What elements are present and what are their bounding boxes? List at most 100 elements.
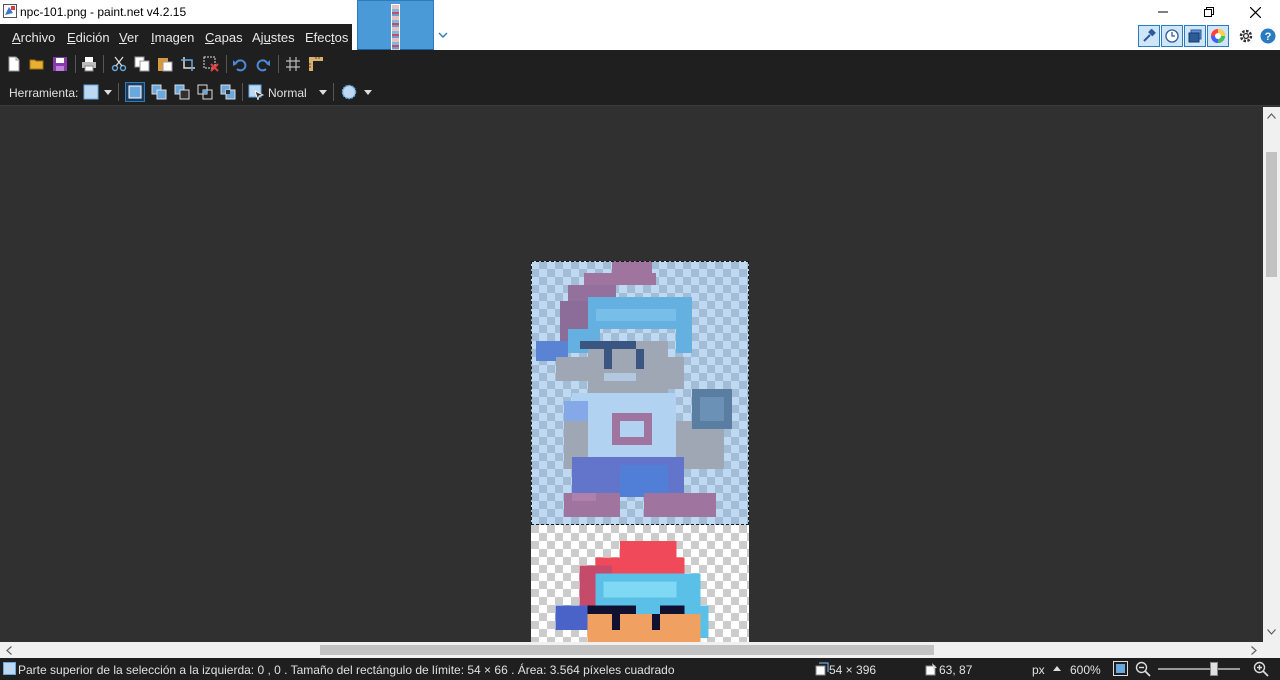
- antialias-icon: [341, 84, 357, 100]
- toolbar-separator: [103, 55, 104, 73]
- horizontal-scrollbar[interactable]: [0, 642, 1263, 658]
- selection-info-text: Parte superior de la selección a la izqu…: [18, 663, 675, 677]
- copy-button[interactable]: [133, 55, 151, 73]
- rectangle-select-icon: [83, 84, 99, 100]
- scroll-up-arrow-icon[interactable]: [1265, 110, 1277, 122]
- main-toolbar: [0, 50, 1280, 78]
- union-mode-icon: [151, 84, 167, 100]
- restore-button[interactable]: [1186, 0, 1232, 24]
- menu-ver[interactable]: Ver: [119, 30, 139, 45]
- selection-mode-replace[interactable]: [125, 82, 145, 102]
- menu-archivo[interactable]: Archivo: [12, 30, 55, 45]
- scroll-left-arrow-icon[interactable]: [3, 644, 15, 656]
- status-bar: Parte superior de la selección a la izqu…: [0, 658, 1280, 680]
- crop-icon: [181, 57, 195, 71]
- paste-button[interactable]: [156, 55, 174, 73]
- undo-button[interactable]: [231, 55, 249, 73]
- menu-edicion[interactable]: Edición: [67, 30, 110, 45]
- zoom-in-icon[interactable]: [1253, 661, 1269, 677]
- antialias-dropdown-arrow-icon[interactable]: [364, 90, 372, 95]
- horizontal-scroll-thumb[interactable]: [320, 645, 934, 655]
- toolbar-separator: [242, 83, 243, 101]
- grid-icon: [286, 57, 300, 71]
- tool-label: Herramienta:: [9, 86, 79, 100]
- pixel-grid-toggle[interactable]: [284, 55, 302, 73]
- crop-to-selection-button[interactable]: [179, 55, 197, 73]
- invert-mode-icon: [220, 84, 236, 100]
- blend-dropdown-arrow-icon[interactable]: [319, 90, 327, 95]
- menu-efectos[interactable]: Efectos: [305, 30, 348, 45]
- redo-icon: [256, 59, 270, 72]
- vertical-scrollbar[interactable]: [1263, 107, 1280, 642]
- tool-selector[interactable]: [82, 83, 100, 101]
- minimize-icon: [1158, 11, 1168, 13]
- selection-mode-union[interactable]: [150, 83, 168, 101]
- antialias-toggle[interactable]: [340, 83, 358, 101]
- selection-mode-invert[interactable]: [219, 83, 237, 101]
- scissors-icon: [111, 56, 127, 72]
- open-file-button[interactable]: [28, 55, 46, 73]
- colors-window-toggle[interactable]: [1207, 25, 1229, 47]
- deselect-button[interactable]: [202, 55, 220, 73]
- zoom-slider-track[interactable]: [1158, 668, 1240, 670]
- clock-icon: [1165, 29, 1179, 43]
- undo-icon: [233, 59, 247, 72]
- gear-icon[interactable]: [1238, 28, 1254, 44]
- toolbar-separator: [118, 83, 119, 101]
- selection-mode-exclude[interactable]: [173, 83, 191, 101]
- selection-info-icon: [3, 662, 16, 675]
- ruler-icon: [309, 57, 323, 71]
- sprite-frame-2: [555, 541, 709, 642]
- menu-bar-background: Archivo Edición Ver Imagen Capas Ajustes…: [0, 24, 352, 50]
- canvas-workspace[interactable]: [0, 107, 1263, 642]
- svg-text:?: ?: [1265, 31, 1272, 43]
- replace-mode-icon: [128, 85, 142, 99]
- cursor-selection-icon: [248, 84, 264, 100]
- help-icon[interactable]: ?: [1260, 28, 1276, 44]
- blend-mode-icon-button[interactable]: [247, 83, 265, 101]
- menu-imagen[interactable]: Imagen: [151, 30, 194, 45]
- restore-icon: [1204, 7, 1214, 17]
- tool-dropdown-arrow-icon[interactable]: [104, 90, 112, 95]
- menu-capas[interactable]: Capas: [205, 30, 243, 45]
- history-window-toggle[interactable]: [1161, 25, 1183, 47]
- paste-icon: [158, 58, 173, 72]
- chevron-down-icon[interactable]: [438, 30, 448, 40]
- zoom-out-icon[interactable]: [1135, 661, 1151, 677]
- window-title: npc-101.png - paint.net v4.2.15: [20, 5, 187, 19]
- redo-button[interactable]: [254, 55, 272, 73]
- blend-mode-select[interactable]: Normal: [268, 86, 307, 100]
- layers-window-toggle[interactable]: [1184, 25, 1206, 47]
- cut-button[interactable]: [110, 55, 128, 73]
- print-button[interactable]: [80, 55, 98, 73]
- minimize-button[interactable]: [1140, 0, 1186, 24]
- title-bar: npc-101.png - paint.net v4.2.15: [0, 0, 1280, 24]
- intersect-mode-icon: [197, 84, 213, 100]
- scrollbar-corner: [1263, 642, 1280, 658]
- vertical-scroll-thumb[interactable]: [1266, 152, 1277, 277]
- scroll-down-arrow-icon[interactable]: [1265, 626, 1277, 638]
- tools-window-toggle[interactable]: [1138, 25, 1160, 47]
- save-button[interactable]: [51, 55, 69, 73]
- new-file-icon: [8, 56, 20, 72]
- close-button[interactable]: [1232, 0, 1278, 24]
- menu-ajustes[interactable]: Ajustes: [252, 30, 295, 45]
- selection-rectangle[interactable]: [531, 261, 749, 525]
- zoom-to-window-icon[interactable]: [1113, 661, 1128, 676]
- image-size-icon: [815, 662, 829, 676]
- image-canvas[interactable]: [531, 261, 749, 642]
- units-select[interactable]: px: [1032, 663, 1045, 677]
- scroll-right-arrow-icon[interactable]: [1248, 644, 1260, 656]
- copy-icon: [134, 56, 150, 72]
- deselect-icon: [203, 56, 219, 72]
- rulers-toggle[interactable]: [307, 55, 325, 73]
- zoom-slider-handle[interactable]: [1210, 662, 1218, 676]
- new-file-button[interactable]: [5, 55, 23, 73]
- zoom-value[interactable]: 600%: [1070, 663, 1101, 677]
- cursor-position-text: 63, 87: [939, 663, 973, 677]
- tool-options-bar: Herramienta: Normal: [0, 78, 1280, 106]
- toolbar-separator: [333, 83, 334, 101]
- selection-mode-intersect[interactable]: [196, 83, 214, 101]
- cursor-position-icon: [925, 663, 937, 676]
- units-dropdown-arrow-icon[interactable]: [1053, 666, 1061, 671]
